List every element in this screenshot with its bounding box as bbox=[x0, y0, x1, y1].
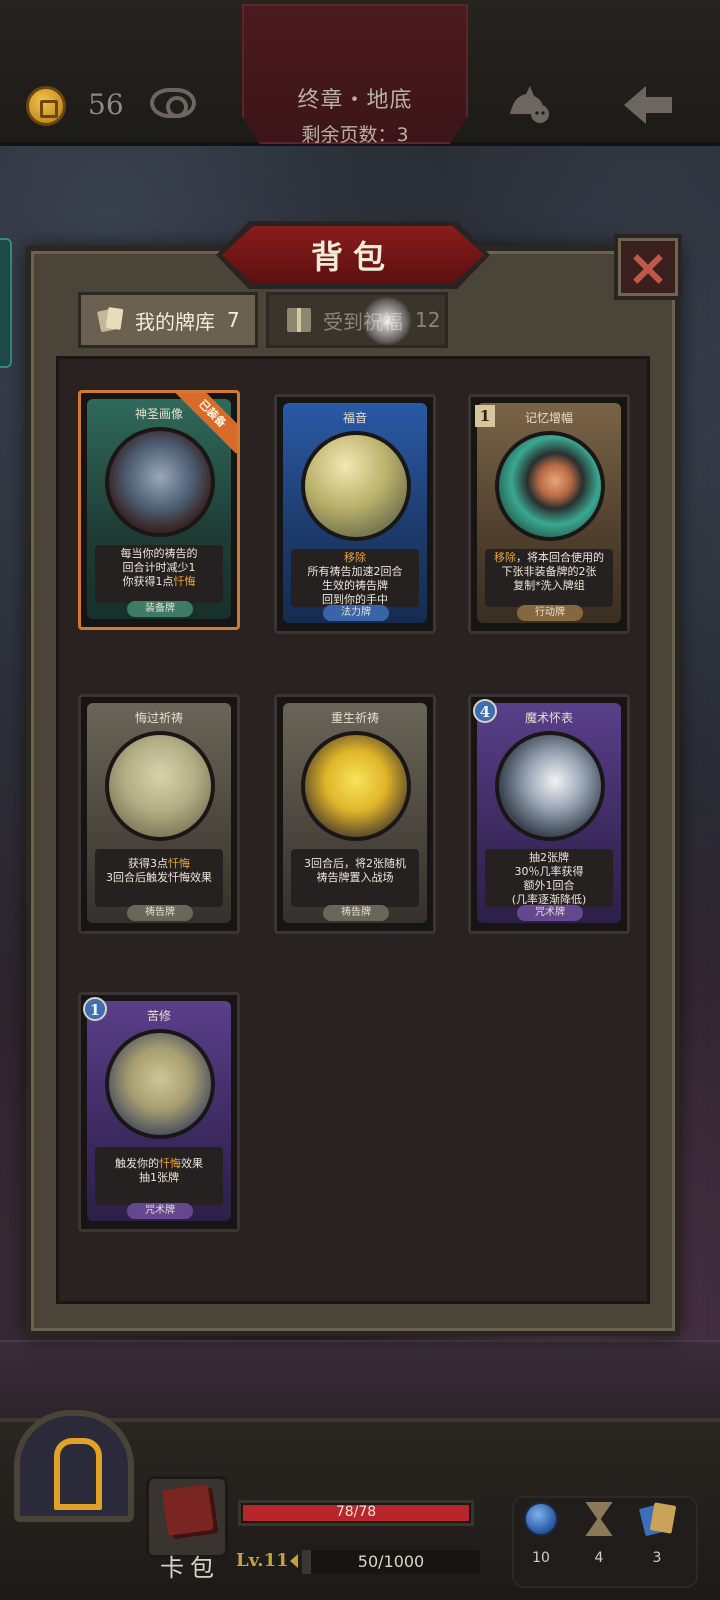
card-title: 悔过祈祷 bbox=[134, 711, 183, 725]
card-title: 重生祈祷 bbox=[330, 711, 379, 725]
card-description: 触发你的忏悔效果 抽1张牌 bbox=[95, 1147, 223, 1205]
xp-text: 50/1000 bbox=[357, 1552, 425, 1571]
book-icon bbox=[162, 1484, 214, 1536]
xp-arrow-icon bbox=[290, 1554, 298, 1568]
side-drawer-tab[interactable] bbox=[0, 238, 12, 368]
touch-indicator bbox=[362, 296, 412, 346]
hp-bar: 78/78 bbox=[238, 1500, 474, 1526]
chapter-banner: 终章・地底 剩余页数：3 bbox=[242, 4, 468, 144]
card-type-badge: 装备牌 bbox=[127, 601, 193, 617]
panel-title: 背包 bbox=[310, 238, 395, 276]
card-description: 每当你的祷告的 回合计时减少1 你获得1点忏悔 bbox=[95, 545, 223, 603]
card-type-badge: 咒术牌 bbox=[127, 1203, 193, 1219]
stat-value: 4 bbox=[594, 1550, 604, 1566]
pet-icon[interactable] bbox=[504, 84, 552, 124]
tab-count: 7 bbox=[227, 308, 240, 332]
tab-label: 我的牌库 bbox=[135, 309, 215, 334]
gift-icon bbox=[287, 308, 311, 332]
card-description: 移除，将本回合使用的 下张非装备牌的2张 复制*洗入牌组 bbox=[485, 549, 613, 607]
tab-my-deck[interactable]: 我的牌库 7 bbox=[78, 292, 258, 348]
card-memory-boost[interactable]: 1 记忆增幅 移除，将本回合使用的 下张非装备牌的2张 复制*洗入牌组 行动牌 bbox=[468, 394, 630, 634]
card-art bbox=[105, 1029, 215, 1139]
cards-icon bbox=[640, 1502, 674, 1536]
card-title: 记忆增幅 bbox=[524, 411, 573, 425]
tab-count: 12 bbox=[415, 308, 441, 332]
top-bar: 56 终章・地底 剩余页数：3 bbox=[0, 0, 720, 146]
tab-blessings[interactable]: 受到祝福 12 bbox=[266, 292, 448, 348]
chapter-title: 终章・地底 bbox=[297, 88, 413, 113]
card-art bbox=[301, 431, 411, 541]
cards-icon bbox=[99, 307, 123, 333]
card-description: 3回合后，将2张随机 祷告牌置入战场 bbox=[291, 849, 419, 907]
card-penance[interactable]: 1 苦修 触发你的忏悔效果 抽1张牌 咒术牌 bbox=[78, 992, 240, 1232]
close-button[interactable] bbox=[614, 234, 682, 300]
card-magic-pocket-watch[interactable]: 4 魔术怀表 抽2张牌 30％几率获得 额外1回合 (几率逐渐降低) 咒术牌 bbox=[468, 694, 630, 934]
hp-text: 78/78 bbox=[335, 1504, 377, 1520]
card-description: 获得3点忏悔 3回合后触发忏悔效果 bbox=[95, 849, 223, 907]
card-art bbox=[495, 731, 605, 841]
pages-remaining: 剩余页数：3 bbox=[301, 124, 409, 146]
card-title: 福音 bbox=[342, 411, 367, 425]
card-art bbox=[105, 427, 215, 537]
card-art bbox=[105, 731, 215, 841]
level-text: Lv.11 bbox=[236, 1550, 289, 1571]
xp-bar: 50/1000 bbox=[302, 1550, 480, 1574]
card-art bbox=[495, 431, 605, 541]
coin-count: 56 bbox=[88, 88, 124, 121]
card-art bbox=[301, 731, 411, 841]
stat-cards: 3 bbox=[637, 1502, 677, 1566]
card-type-badge: 咒术牌 bbox=[517, 905, 583, 921]
card-bag-button[interactable] bbox=[146, 1476, 228, 1558]
coin-icon bbox=[26, 86, 66, 126]
mana-orb-icon bbox=[524, 1502, 558, 1536]
stat-turns: 4 bbox=[579, 1502, 619, 1566]
character-portrait[interactable] bbox=[14, 1410, 134, 1522]
card-type-badge: 行动牌 bbox=[517, 605, 583, 621]
card-holy-portrait[interactable]: 神圣画像 每当你的祷告的 回合计时减少1 你获得1点忏悔 装备牌 已装备 bbox=[78, 390, 240, 630]
card-title: 苦修 bbox=[146, 1009, 171, 1023]
card-title: 魔术怀表 bbox=[524, 711, 573, 725]
eye-icon[interactable] bbox=[150, 88, 196, 118]
card-type-badge: 法力牌 bbox=[323, 605, 389, 621]
stat-value: 3 bbox=[652, 1550, 662, 1566]
card-gospel[interactable]: 福音 移除 所有祷告加速2回合 生效的祷告牌 回到你的手中 法力牌 bbox=[274, 394, 436, 634]
card-rebirth-prayer[interactable]: 重生祈祷 3回合后，将2张随机 祷告牌置入战场 祷告牌 bbox=[274, 694, 436, 934]
stat-value: 10 bbox=[532, 1550, 550, 1566]
card-description: 抽2张牌 30％几率获得 额外1回合 (几率逐渐降低) bbox=[485, 849, 613, 907]
card-description: 移除 所有祷告加速2回合 生效的祷告牌 回到你的手中 bbox=[291, 549, 419, 607]
card-type-badge: 祷告牌 bbox=[323, 905, 389, 921]
stat-mana: 10 bbox=[521, 1502, 561, 1566]
back-arrow-icon[interactable] bbox=[620, 82, 676, 128]
hourglass-icon bbox=[585, 1502, 613, 1536]
card-repentance-prayer[interactable]: 悔过祈祷 获得3点忏悔 3回合后触发忏悔效果 祷告牌 bbox=[78, 694, 240, 934]
card-type-badge: 祷告牌 bbox=[127, 905, 193, 921]
card-bag-label: 卡包 bbox=[160, 1554, 220, 1582]
